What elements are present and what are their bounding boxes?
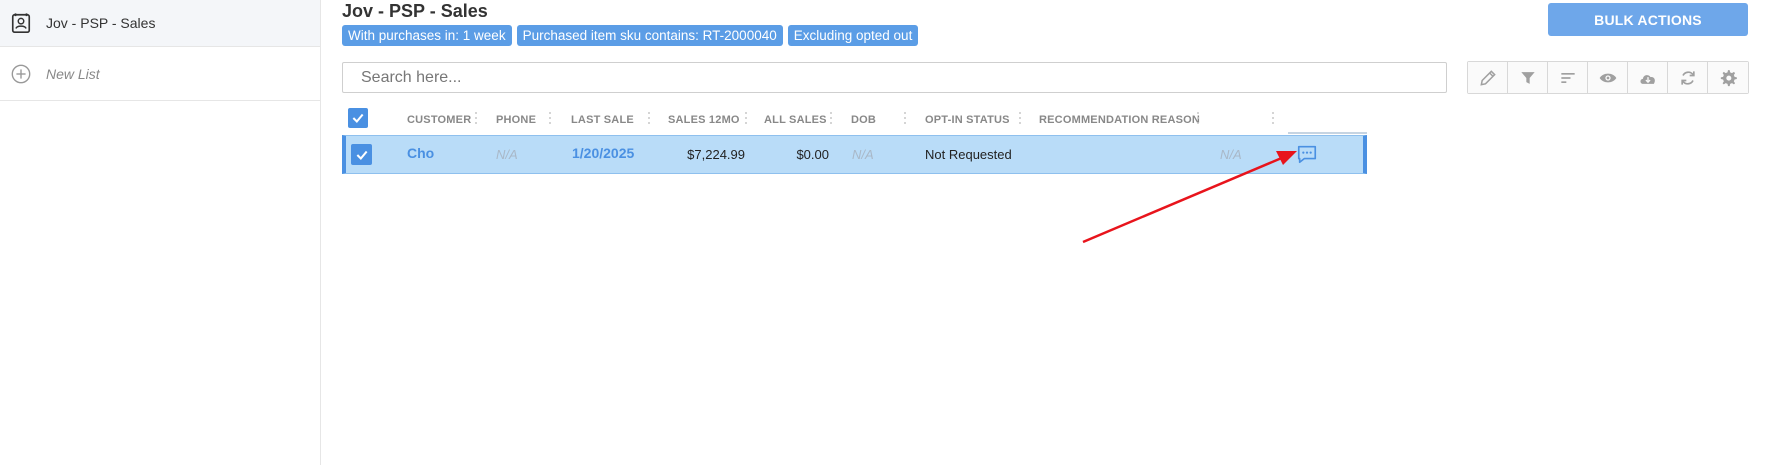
opt-in-status-cell: Not Requested (925, 147, 1012, 162)
column-header-all-sales[interactable]: ALL SALES (764, 114, 827, 126)
column-header-dob[interactable]: DOB (851, 114, 876, 126)
check-icon (356, 150, 367, 160)
all-sales-cell: $0.00 (796, 147, 829, 162)
dob-cell: N/A (852, 147, 874, 162)
column-header-sales-12mo[interactable]: SALES 12MO (668, 114, 740, 126)
contact-card-icon (11, 13, 31, 33)
new-list-button[interactable]: New List (0, 48, 320, 101)
column-resize-handle[interactable] (1197, 112, 1200, 128)
search-input[interactable]: Search here... (342, 62, 1447, 93)
column-resize-handle[interactable] (745, 112, 748, 128)
column-resize-handle[interactable] (1272, 112, 1275, 128)
select-all-checkbox[interactable] (348, 108, 368, 128)
filter-chip-sku[interactable]: Purchased item sku contains: RT-2000040 (516, 25, 783, 46)
column-header-phone[interactable]: PHONE (496, 114, 536, 126)
cloud-download-icon (1640, 74, 1655, 84)
customer-table: CUSTOMER PHONE LAST SALE SALES 12MO ALL … (342, 106, 1367, 174)
settings-button[interactable] (1708, 62, 1748, 93)
column-resize-handle[interactable] (475, 112, 478, 128)
sidebar: Jov - PSP - Sales New List (0, 0, 321, 465)
filter-icon (1520, 71, 1535, 84)
column-resize-handle[interactable] (648, 112, 651, 128)
table-toolbar (1467, 61, 1749, 94)
sort-icon (1560, 72, 1575, 83)
customer-name-link[interactable]: Cho (407, 145, 434, 161)
plus-circle-icon (11, 64, 31, 84)
page-title: Jov - PSP - Sales (342, 1, 488, 21)
visibility-button[interactable] (1588, 62, 1628, 93)
row-checkbox[interactable] (351, 144, 372, 165)
column-header-customer[interactable]: CUSTOMER (407, 114, 471, 126)
column-resize-handle[interactable] (904, 112, 907, 128)
column-resize-handle[interactable] (1019, 112, 1022, 128)
column-resize-handle[interactable] (830, 112, 833, 128)
filter-chip-purchases[interactable]: With purchases in: 1 week (342, 25, 512, 46)
download-button[interactable] (1628, 62, 1668, 93)
pencil-icon (1479, 69, 1496, 86)
table-row[interactable]: Cho N/A 1/20/2025 $7,224.99 $0.00 N/A No… (342, 135, 1367, 174)
phone-cell: N/A (496, 147, 518, 162)
filter-button[interactable] (1508, 62, 1548, 93)
column-header-opt-in-status[interactable]: OPT-IN STATUS (925, 114, 1010, 126)
edit-button[interactable] (1468, 62, 1508, 93)
eye-icon (1599, 73, 1616, 82)
filter-chips: With purchases in: 1 week Purchased item… (342, 25, 919, 46)
last-sale-link[interactable]: 1/20/2025 (572, 145, 634, 161)
column-header-last-sale[interactable]: LAST SALE (571, 114, 634, 126)
new-list-label: New List (46, 66, 100, 82)
filter-chip-opted-out[interactable]: Excluding opted out (787, 25, 919, 46)
refresh-icon (1680, 70, 1695, 85)
column-divider (1288, 132, 1367, 134)
sidebar-item-label: Jov - PSP - Sales (46, 15, 156, 31)
refresh-button[interactable] (1668, 62, 1708, 93)
sales-12mo-cell: $7,224.99 (687, 147, 745, 162)
sort-button[interactable] (1548, 62, 1588, 93)
message-icon[interactable] (1296, 143, 1318, 165)
bulk-actions-button[interactable]: BULK ACTIONS (1548, 3, 1748, 36)
gear-icon (1720, 69, 1737, 86)
column-resize-handle[interactable] (549, 112, 552, 128)
sidebar-item-list[interactable]: Jov - PSP - Sales (0, 0, 320, 47)
column-header-recommendation-reason[interactable]: RECOMMENDATION REASON (1039, 114, 1200, 126)
table-header: CUSTOMER PHONE LAST SALE SALES 12MO ALL … (342, 106, 1367, 134)
check-icon (352, 113, 364, 124)
recommendation-reason-cell: N/A (1220, 147, 1242, 162)
